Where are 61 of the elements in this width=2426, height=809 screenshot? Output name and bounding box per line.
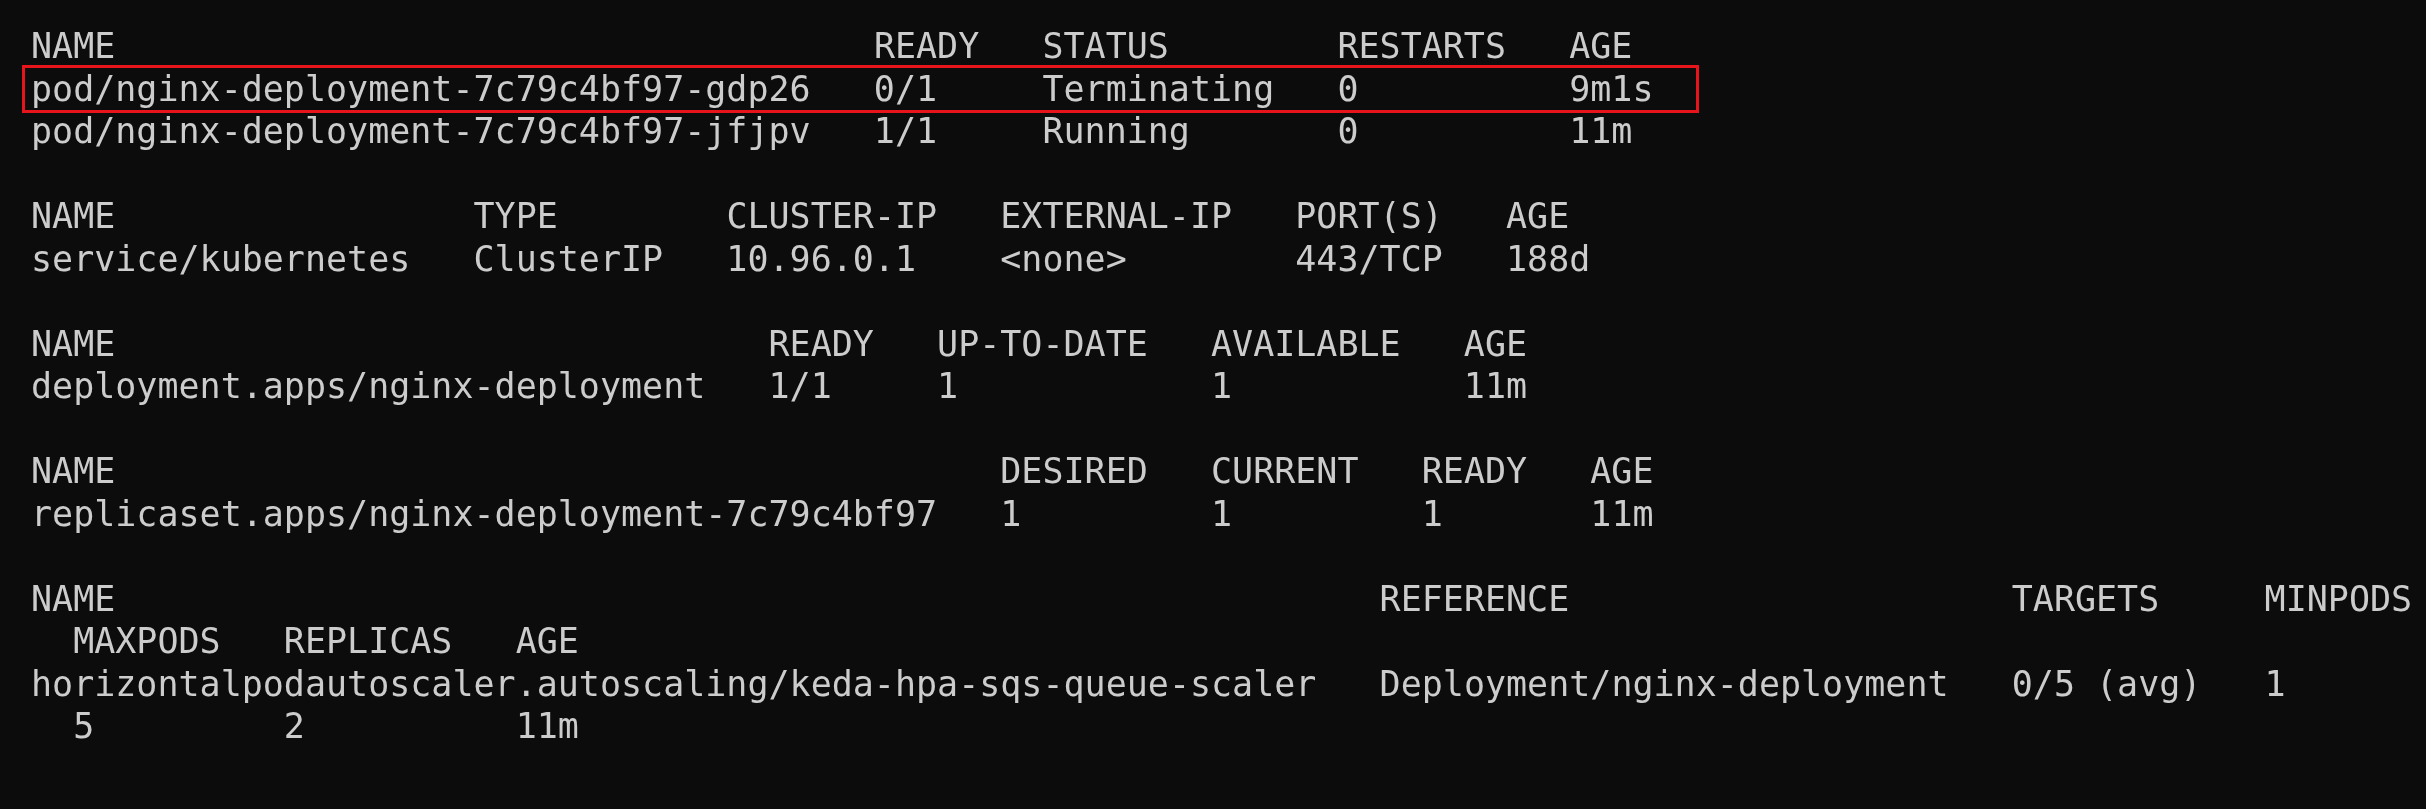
column-header: CLUSTER-IP bbox=[726, 195, 938, 238]
column-header: AGE bbox=[515, 620, 579, 663]
table-cell: replicaset.apps/nginx-deployment-7c79c4bf97 bbox=[31, 492, 938, 535]
table-cell: deployment.apps/nginx-deployment bbox=[31, 365, 706, 408]
table-cell: 1/1 bbox=[768, 365, 832, 408]
column-header: REPLICAS bbox=[283, 620, 453, 663]
table-cell: Running bbox=[1042, 110, 1190, 153]
column-header: EXTERNAL-IP bbox=[1000, 195, 1233, 238]
table-cell: 11m bbox=[515, 705, 579, 748]
column-header: READY bbox=[873, 25, 980, 68]
column-header: NAME bbox=[31, 577, 116, 620]
table-cell: 1 bbox=[1421, 492, 1443, 535]
table-cell: Terminating bbox=[1042, 67, 1275, 110]
column-header: TARGETS bbox=[2011, 577, 2160, 620]
table-cell: 1 bbox=[2264, 662, 2286, 705]
table-cell: 0 bbox=[1337, 110, 1359, 153]
column-header: NAME bbox=[31, 25, 116, 68]
column-header: MAXPODS bbox=[73, 620, 221, 663]
table-cell: 2 bbox=[283, 705, 305, 748]
table-cell: 1 bbox=[1211, 492, 1233, 535]
column-header: AGE bbox=[1506, 195, 1570, 238]
table-cell: 0/1 bbox=[873, 67, 938, 110]
column-header: MINPODS bbox=[2264, 577, 2413, 620]
column-header: UP-TO-DATE bbox=[937, 322, 1148, 365]
table-cell: 1 bbox=[1211, 365, 1233, 408]
column-header: PORT(S) bbox=[1295, 195, 1443, 238]
column-header: NAME bbox=[31, 322, 116, 365]
column-header: TYPE bbox=[473, 195, 558, 238]
table-cell: ClusterIP bbox=[473, 237, 664, 280]
table-cell: Deployment/nginx-deployment bbox=[1379, 662, 1949, 705]
table-cell: 1/1 bbox=[873, 110, 938, 153]
table-cell: <none> bbox=[1000, 237, 1127, 280]
column-header: NAME bbox=[31, 450, 116, 493]
column-header: NAME bbox=[31, 195, 116, 238]
table-cell: 11m bbox=[1590, 492, 1654, 535]
column-header: AGE bbox=[1590, 450, 1654, 493]
column-header: READY bbox=[1421, 450, 1528, 493]
table-cell: 10.96.0.1 bbox=[726, 237, 916, 280]
column-header: STATUS bbox=[1042, 25, 1169, 68]
table-cell: 11m bbox=[1463, 365, 1528, 408]
table-cell: horizontalpodautoscaler.autoscaling/keda-hpa-sqs-queue-scaler bbox=[31, 662, 1317, 705]
table-cell: pod/nginx-deployment-7c79c4bf97-jfjpv bbox=[31, 110, 811, 153]
table-cell: 5 bbox=[73, 705, 95, 748]
table-cell: 1 bbox=[937, 365, 959, 408]
table-cell: 9m1s bbox=[1569, 67, 1654, 110]
table-cell: 0 bbox=[1337, 67, 1359, 110]
table-cell: 1 bbox=[1000, 492, 1022, 535]
table-cell: 11m bbox=[1569, 110, 1633, 153]
table-cell: 188d bbox=[1506, 237, 1591, 280]
table-cell: 443/TCP bbox=[1295, 237, 1443, 280]
table-cell: 0/5 (avg) bbox=[2011, 662, 2202, 705]
column-header: AVAILABLE bbox=[1211, 322, 1401, 365]
column-header: AGE bbox=[1463, 322, 1528, 365]
column-header: REFERENCE bbox=[1379, 577, 1570, 620]
column-header: READY bbox=[768, 322, 874, 365]
column-header: AGE bbox=[1569, 25, 1633, 68]
column-header: DESIRED bbox=[1000, 450, 1148, 493]
table-cell: service/kubernetes bbox=[31, 237, 411, 280]
column-header: CURRENT bbox=[1211, 450, 1359, 493]
table-cell: pod/nginx-deployment-7c79c4bf97-gdp26 bbox=[31, 67, 811, 110]
column-header: RESTARTS bbox=[1337, 25, 1506, 68]
